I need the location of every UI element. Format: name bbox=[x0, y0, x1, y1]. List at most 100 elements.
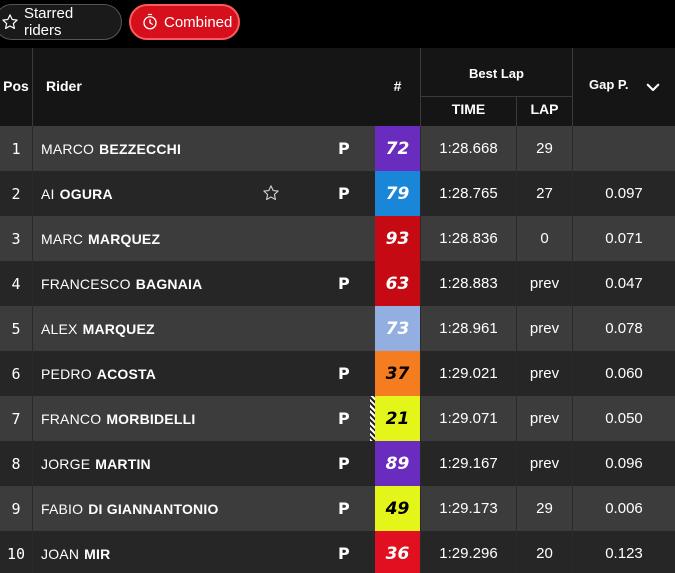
rider-name[interactable]: FABIO DI GIANNANTONIO bbox=[41, 486, 219, 531]
col-pos-header[interactable]: Pos bbox=[0, 78, 32, 94]
rider-name[interactable]: AI OGURA bbox=[41, 171, 113, 216]
best-lap-time: 1:29.071 bbox=[439, 410, 498, 427]
stopwatch-icon bbox=[141, 13, 159, 31]
col-time-header[interactable]: TIME bbox=[421, 101, 516, 117]
best-lap-number: 29 bbox=[536, 500, 553, 517]
table-row[interactable]: 2 AI OGURA P 79 1:28.765 27 0.097 bbox=[0, 171, 675, 216]
gap-previous: 0.071 bbox=[605, 230, 643, 247]
rider-name[interactable]: MARCO BEZZECCHI bbox=[41, 126, 181, 171]
rider-number: 21 bbox=[375, 396, 420, 441]
rider-name[interactable]: PEDRO ACOSTA bbox=[41, 351, 156, 396]
rider-first-name: MARC bbox=[41, 230, 84, 247]
table-row[interactable]: 4 FRANCESCO BAGNAIA P 63 1:28.883 prev 0.047 bbox=[0, 261, 675, 306]
rider-last-name: ACOSTA bbox=[96, 365, 157, 382]
table-row[interactable]: 1 MARCO BEZZECCHI P 72 1:28.668 29 bbox=[0, 126, 675, 171]
combined-label: Combined bbox=[164, 13, 233, 31]
gap-previous: 0.050 bbox=[605, 410, 643, 427]
rider-name[interactable]: FRANCESCO BAGNAIA bbox=[41, 261, 202, 306]
rider-number: 37 bbox=[375, 351, 420, 396]
pit-flag: P bbox=[338, 499, 350, 518]
best-lap-time: 1:28.765 bbox=[439, 185, 498, 202]
position: 8 bbox=[11, 454, 21, 473]
rider-last-name: DI GIANNANTONIO bbox=[88, 500, 219, 517]
table-row[interactable]: 5 ALEX MARQUEZ 73 1:28.961 prev 0.078 bbox=[0, 306, 675, 351]
gap-previous: 0.047 bbox=[605, 275, 643, 292]
best-lap-number: prev bbox=[529, 410, 560, 427]
rider-last-name: BEZZECCHI bbox=[99, 140, 182, 157]
gap-previous: 0.078 bbox=[605, 320, 643, 337]
table-row[interactable]: 7 FRANCO MORBIDELLI P 21 1:29.071 prev 0.050 bbox=[0, 396, 675, 441]
best-lap-number: prev bbox=[529, 365, 560, 382]
pit-flag: P bbox=[338, 364, 350, 383]
star-outline-icon[interactable] bbox=[262, 184, 280, 202]
col-number-header[interactable]: # bbox=[375, 78, 420, 94]
table-row[interactable]: 10 JOAN MIR P 36 1:29.296 20 0.123 bbox=[0, 531, 675, 573]
rider-first-name: FRANCESCO bbox=[41, 275, 131, 292]
best-lap-time: 1:28.836 bbox=[439, 230, 498, 247]
best-lap-time: 1:29.296 bbox=[439, 545, 498, 562]
position: 10 bbox=[6, 544, 26, 563]
rider-number: 93 bbox=[375, 216, 420, 261]
position: 2 bbox=[11, 184, 21, 203]
col-lap-header[interactable]: LAP bbox=[517, 101, 572, 117]
rider-first-name: FABIO bbox=[41, 500, 84, 517]
rider-number: 73 bbox=[375, 306, 420, 351]
rider-name[interactable]: JOAN MIR bbox=[41, 531, 110, 573]
rider-last-name: BAGNAIA bbox=[135, 275, 203, 292]
pit-flag: P bbox=[338, 274, 350, 293]
rider-number: 89 bbox=[375, 441, 420, 486]
pit-flag: P bbox=[338, 544, 350, 563]
best-lap-number: prev bbox=[529, 455, 560, 472]
rider-first-name: JORGE bbox=[41, 455, 91, 472]
table-row[interactable]: 3 MARC MARQUEZ 93 1:28.836 0 0.071 bbox=[0, 216, 675, 261]
filter-bar: Starred riders Combined bbox=[0, 0, 675, 48]
rider-number: 49 bbox=[375, 486, 420, 531]
rider-first-name: FRANCO bbox=[41, 410, 102, 427]
col-best-lap-header: Best Lap bbox=[469, 66, 524, 81]
rider-last-name: MORBIDELLI bbox=[106, 410, 196, 427]
rider-name[interactable]: ALEX MARQUEZ bbox=[41, 306, 155, 351]
position: 3 bbox=[11, 229, 21, 248]
combined-filter[interactable]: Combined bbox=[129, 4, 240, 40]
best-lap-time: 1:29.021 bbox=[439, 365, 498, 382]
rider-last-name: MARQUEZ bbox=[88, 230, 161, 247]
col-gap-header[interactable]: Gap P. bbox=[589, 77, 629, 92]
table-row[interactable]: 9 FABIO DI GIANNANTONIO P 49 1:29.173 29 0.006 bbox=[0, 486, 675, 531]
gap-previous: 0.096 bbox=[605, 455, 643, 472]
table-header: Pos Rider # Best Lap TIME LAP Gap P. bbox=[0, 48, 675, 126]
position: 1 bbox=[11, 139, 21, 158]
pit-flag: P bbox=[338, 454, 350, 473]
gap-previous: 0.060 bbox=[605, 365, 643, 382]
starred-riders-filter[interactable]: Starred riders bbox=[0, 4, 122, 40]
pit-flag: P bbox=[338, 409, 350, 428]
pit-flag: P bbox=[338, 184, 350, 203]
table-row[interactable]: 8 JORGE MARTIN P 89 1:29.167 prev 0.096 bbox=[0, 441, 675, 486]
rider-last-name: OGURA bbox=[59, 185, 113, 202]
best-lap-number: 27 bbox=[536, 185, 553, 202]
table-row[interactable]: 6 PEDRO ACOSTA P 37 1:29.021 prev 0.060 bbox=[0, 351, 675, 396]
col-rider-header[interactable]: Rider bbox=[46, 78, 82, 94]
chevron-down-icon[interactable] bbox=[644, 78, 662, 101]
rider-first-name: AI bbox=[41, 185, 55, 202]
pit-flag: P bbox=[338, 139, 350, 158]
rows-container: 1 MARCO BEZZECCHI P 72 1:28.668 29 2 AI OGURA P 79 1… bbox=[0, 126, 675, 573]
rider-number: 36 bbox=[375, 531, 420, 573]
rider-last-name: MARTIN bbox=[95, 455, 151, 472]
rider-name[interactable]: MARC MARQUEZ bbox=[41, 216, 160, 261]
rider-name[interactable]: FRANCO MORBIDELLI bbox=[41, 396, 195, 441]
starred-riders-label: Starred riders bbox=[24, 5, 74, 39]
best-lap-number: 29 bbox=[536, 140, 553, 157]
best-lap-time: 1:28.961 bbox=[439, 320, 498, 337]
rider-last-name: MIR bbox=[84, 545, 111, 562]
star-outline-icon bbox=[1, 13, 19, 31]
position: 5 bbox=[11, 319, 21, 338]
best-lap-time: 1:29.167 bbox=[439, 455, 498, 472]
position: 7 bbox=[11, 409, 21, 428]
gap-previous: 0.097 bbox=[605, 185, 643, 202]
position: 9 bbox=[11, 499, 21, 518]
rider-name[interactable]: JORGE MARTIN bbox=[41, 441, 151, 486]
best-lap-time: 1:29.173 bbox=[439, 500, 498, 517]
best-lap-number: prev bbox=[529, 275, 560, 292]
position: 4 bbox=[11, 274, 21, 293]
best-lap-number: 20 bbox=[536, 545, 553, 562]
